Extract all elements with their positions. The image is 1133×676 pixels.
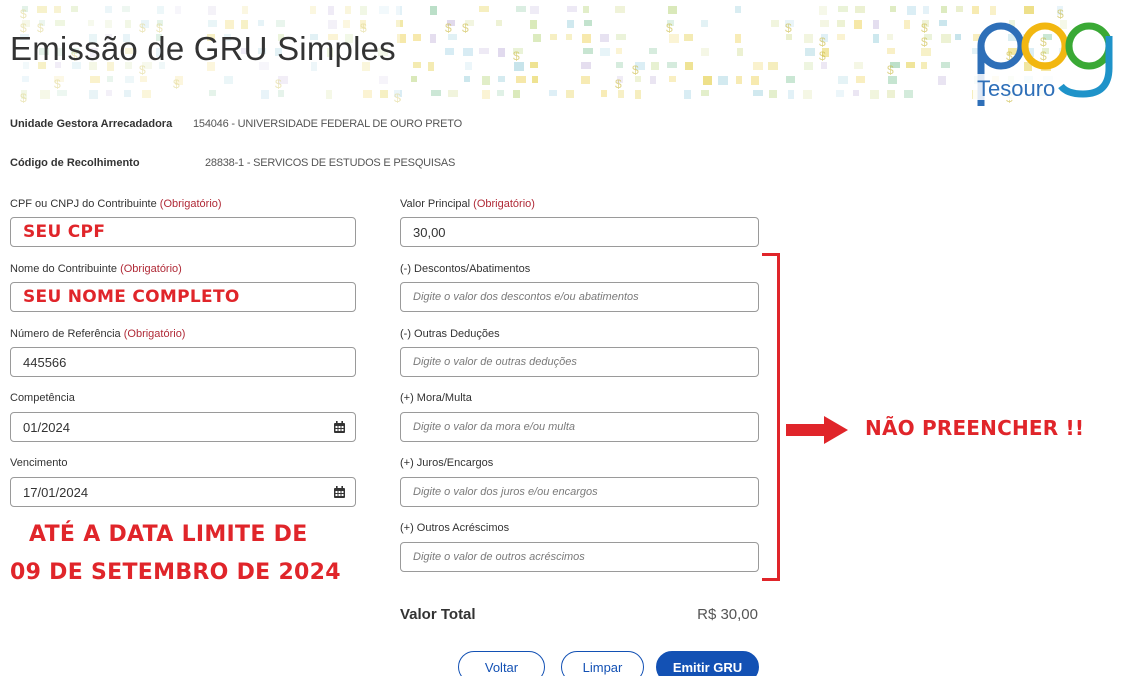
vencimento-input[interactable]: 17/01/2024	[10, 477, 356, 507]
svg-text:$: $	[819, 49, 826, 63]
descontos-label: (-) Descontos/Abatimentos	[400, 263, 531, 275]
cpf-value: SEU CPF	[23, 222, 106, 242]
svg-text:$: $	[921, 21, 928, 35]
emitir-gru-button[interactable]: Emitir GRU	[656, 651, 759, 676]
svg-text:$: $	[785, 21, 792, 35]
acrescimos-label: (+) Outros Acréscimos	[400, 522, 510, 534]
header-banner: $$$$$$$$$$$$$$$$$$$$$$$$$$$$$$ Emissão d…	[0, 0, 1133, 108]
mora-label: (+) Mora/Multa	[400, 392, 472, 404]
descontos-placeholder: Digite o valor dos descontos e/ou abatim…	[413, 291, 639, 303]
codigo-label: Código de Recolhimento	[10, 157, 140, 169]
valor-principal-label-text: Valor Principal	[400, 198, 471, 210]
svg-text:$: $	[819, 35, 826, 49]
calendar-icon[interactable]	[334, 421, 345, 433]
svg-text:$: $	[513, 49, 520, 63]
valor-principal-label: Valor Principal (Obrigatório)	[400, 198, 535, 210]
nome-label-text: Nome do Contribuinte	[10, 263, 118, 275]
juros-placeholder: Digite o valor dos juros e/ou encargos	[413, 486, 598, 498]
total-label: Valor Total	[400, 606, 476, 623]
limpar-button[interactable]: Limpar	[561, 651, 644, 676]
acrescimos-placeholder: Digite o valor de outros acréscimos	[413, 551, 585, 563]
referencia-label: Número de Referência (Obrigatório)	[10, 328, 185, 340]
voltar-button[interactable]: Voltar	[458, 651, 545, 676]
cpf-label: CPF ou CNPJ do Contribuinte (Obrigatório…	[10, 198, 222, 210]
mora-placeholder: Digite o valor da mora e/ou multa	[413, 421, 576, 433]
red-bracket	[762, 253, 780, 581]
deducoes-input[interactable]: Digite o valor de outras deduções	[400, 347, 759, 377]
deadline-annotation-line2: 09 DE SETEMBRO DE 2024	[10, 560, 341, 585]
deducoes-placeholder: Digite o valor de outras deduções	[413, 356, 577, 368]
referencia-input[interactable]: 445566	[10, 347, 356, 377]
svg-text:$: $	[666, 21, 673, 35]
calendar-icon[interactable]	[334, 486, 345, 498]
nao-preencher-annotation: NÃO PREENCHER !!	[865, 416, 1085, 440]
vencimento-label: Vencimento	[10, 457, 68, 469]
competencia-label: Competência	[10, 392, 75, 404]
svg-text:$: $	[462, 21, 469, 35]
vencimento-value: 17/01/2024	[23, 484, 89, 500]
cpf-input[interactable]: SEU CPF	[10, 217, 356, 247]
svg-text:$: $	[921, 35, 928, 49]
logo-tesouro-text: Tesouro	[977, 76, 1055, 101]
deducoes-label: (-) Outras Deduções	[400, 328, 500, 340]
nome-input[interactable]: SEU NOME COMPLETO	[10, 282, 356, 312]
page-title: Emissão de GRU Simples	[10, 30, 396, 67]
svg-text:$: $	[615, 77, 622, 91]
valor-principal-input[interactable]: 30,00	[400, 217, 759, 247]
referencia-label-text: Número de Referência	[10, 328, 121, 340]
juros-label: (+) Juros/Encargos	[400, 457, 494, 469]
svg-text:$: $	[887, 63, 894, 77]
nome-label: Nome do Contribuinte (Obrigatório)	[10, 263, 182, 275]
svg-text:$: $	[445, 21, 452, 35]
juros-input[interactable]: Digite o valor dos juros e/ou encargos	[400, 477, 759, 507]
unidade-label: Unidade Gestora Arrecadadora	[10, 118, 173, 130]
red-arrow-icon	[786, 416, 848, 444]
required-tag: (Obrigatório)	[123, 328, 186, 340]
total-value: R$ 30,00	[697, 606, 758, 623]
competencia-value: 01/2024	[23, 419, 70, 435]
competencia-input[interactable]: 01/2024	[10, 412, 356, 442]
required-tag: (Obrigatório)	[120, 263, 182, 275]
nome-value: SEU NOME COMPLETO	[23, 287, 240, 307]
cpf-label-text: CPF ou CNPJ do Contribuinte	[10, 198, 157, 210]
required-tag: (Obrigatório)	[473, 198, 535, 210]
codigo-value: 28838-1 - SERVICOS DE ESTUDOS E PESQUISA…	[205, 157, 456, 169]
mora-input[interactable]: Digite o valor da mora e/ou multa	[400, 412, 759, 442]
svg-text:$: $	[632, 63, 639, 77]
pagtesouro-logo: Tesouro	[973, 22, 1113, 106]
referencia-value: 445566	[23, 354, 67, 370]
valor-principal-value: 30,00	[413, 224, 446, 240]
descontos-input[interactable]: Digite o valor dos descontos e/ou abatim…	[400, 282, 759, 312]
deadline-annotation-line1: ATÉ A DATA LIMITE DE	[29, 522, 308, 547]
required-tag: (Obrigatório)	[159, 198, 222, 210]
acrescimos-input[interactable]: Digite o valor de outros acréscimos	[400, 542, 759, 572]
unidade-value: 154046 - UNIVERSIDADE FEDERAL DE OURO PR…	[193, 118, 462, 130]
